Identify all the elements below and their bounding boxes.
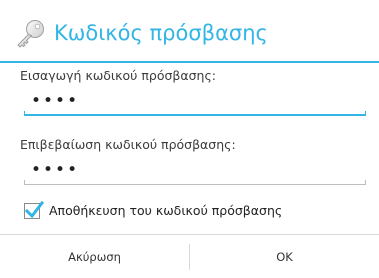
button-bar: Ακύρωση OK (0, 234, 379, 278)
dialog-header: Κωδικός πρόσβασης (0, 0, 379, 63)
confirm-password-value: •••• (31, 160, 80, 180)
password-input[interactable]: •••• (24, 88, 366, 116)
dialog-title: Κωδικός πρόσβασης (54, 21, 268, 45)
ok-button[interactable]: OK (190, 235, 379, 278)
cancel-button[interactable]: Ακύρωση (0, 235, 189, 278)
password-value: •••• (31, 91, 80, 111)
confirm-password-label: Επιβεβαίωση κωδικού πρόσβασης: (20, 137, 236, 152)
header-divider (0, 61, 379, 63)
confirm-password-input-underline (24, 180, 366, 185)
save-password-row[interactable]: Αποθήκευση του κωδικού πρόσβασης (24, 199, 354, 225)
confirm-password-input[interactable]: •••• (24, 157, 366, 185)
password-dialog: Κωδικός πρόσβασης Εισαγωγή κωδικού πρόσβ… (0, 0, 379, 278)
save-password-checkbox[interactable] (24, 200, 44, 219)
save-password-label: Αποθήκευση του κωδικού πρόσβασης (49, 203, 283, 218)
key-icon (13, 18, 47, 52)
checkmark-icon (24, 200, 44, 219)
password-label: Εισαγωγή κωδικού πρόσβασης: (20, 68, 217, 83)
password-input-underline (24, 111, 366, 116)
